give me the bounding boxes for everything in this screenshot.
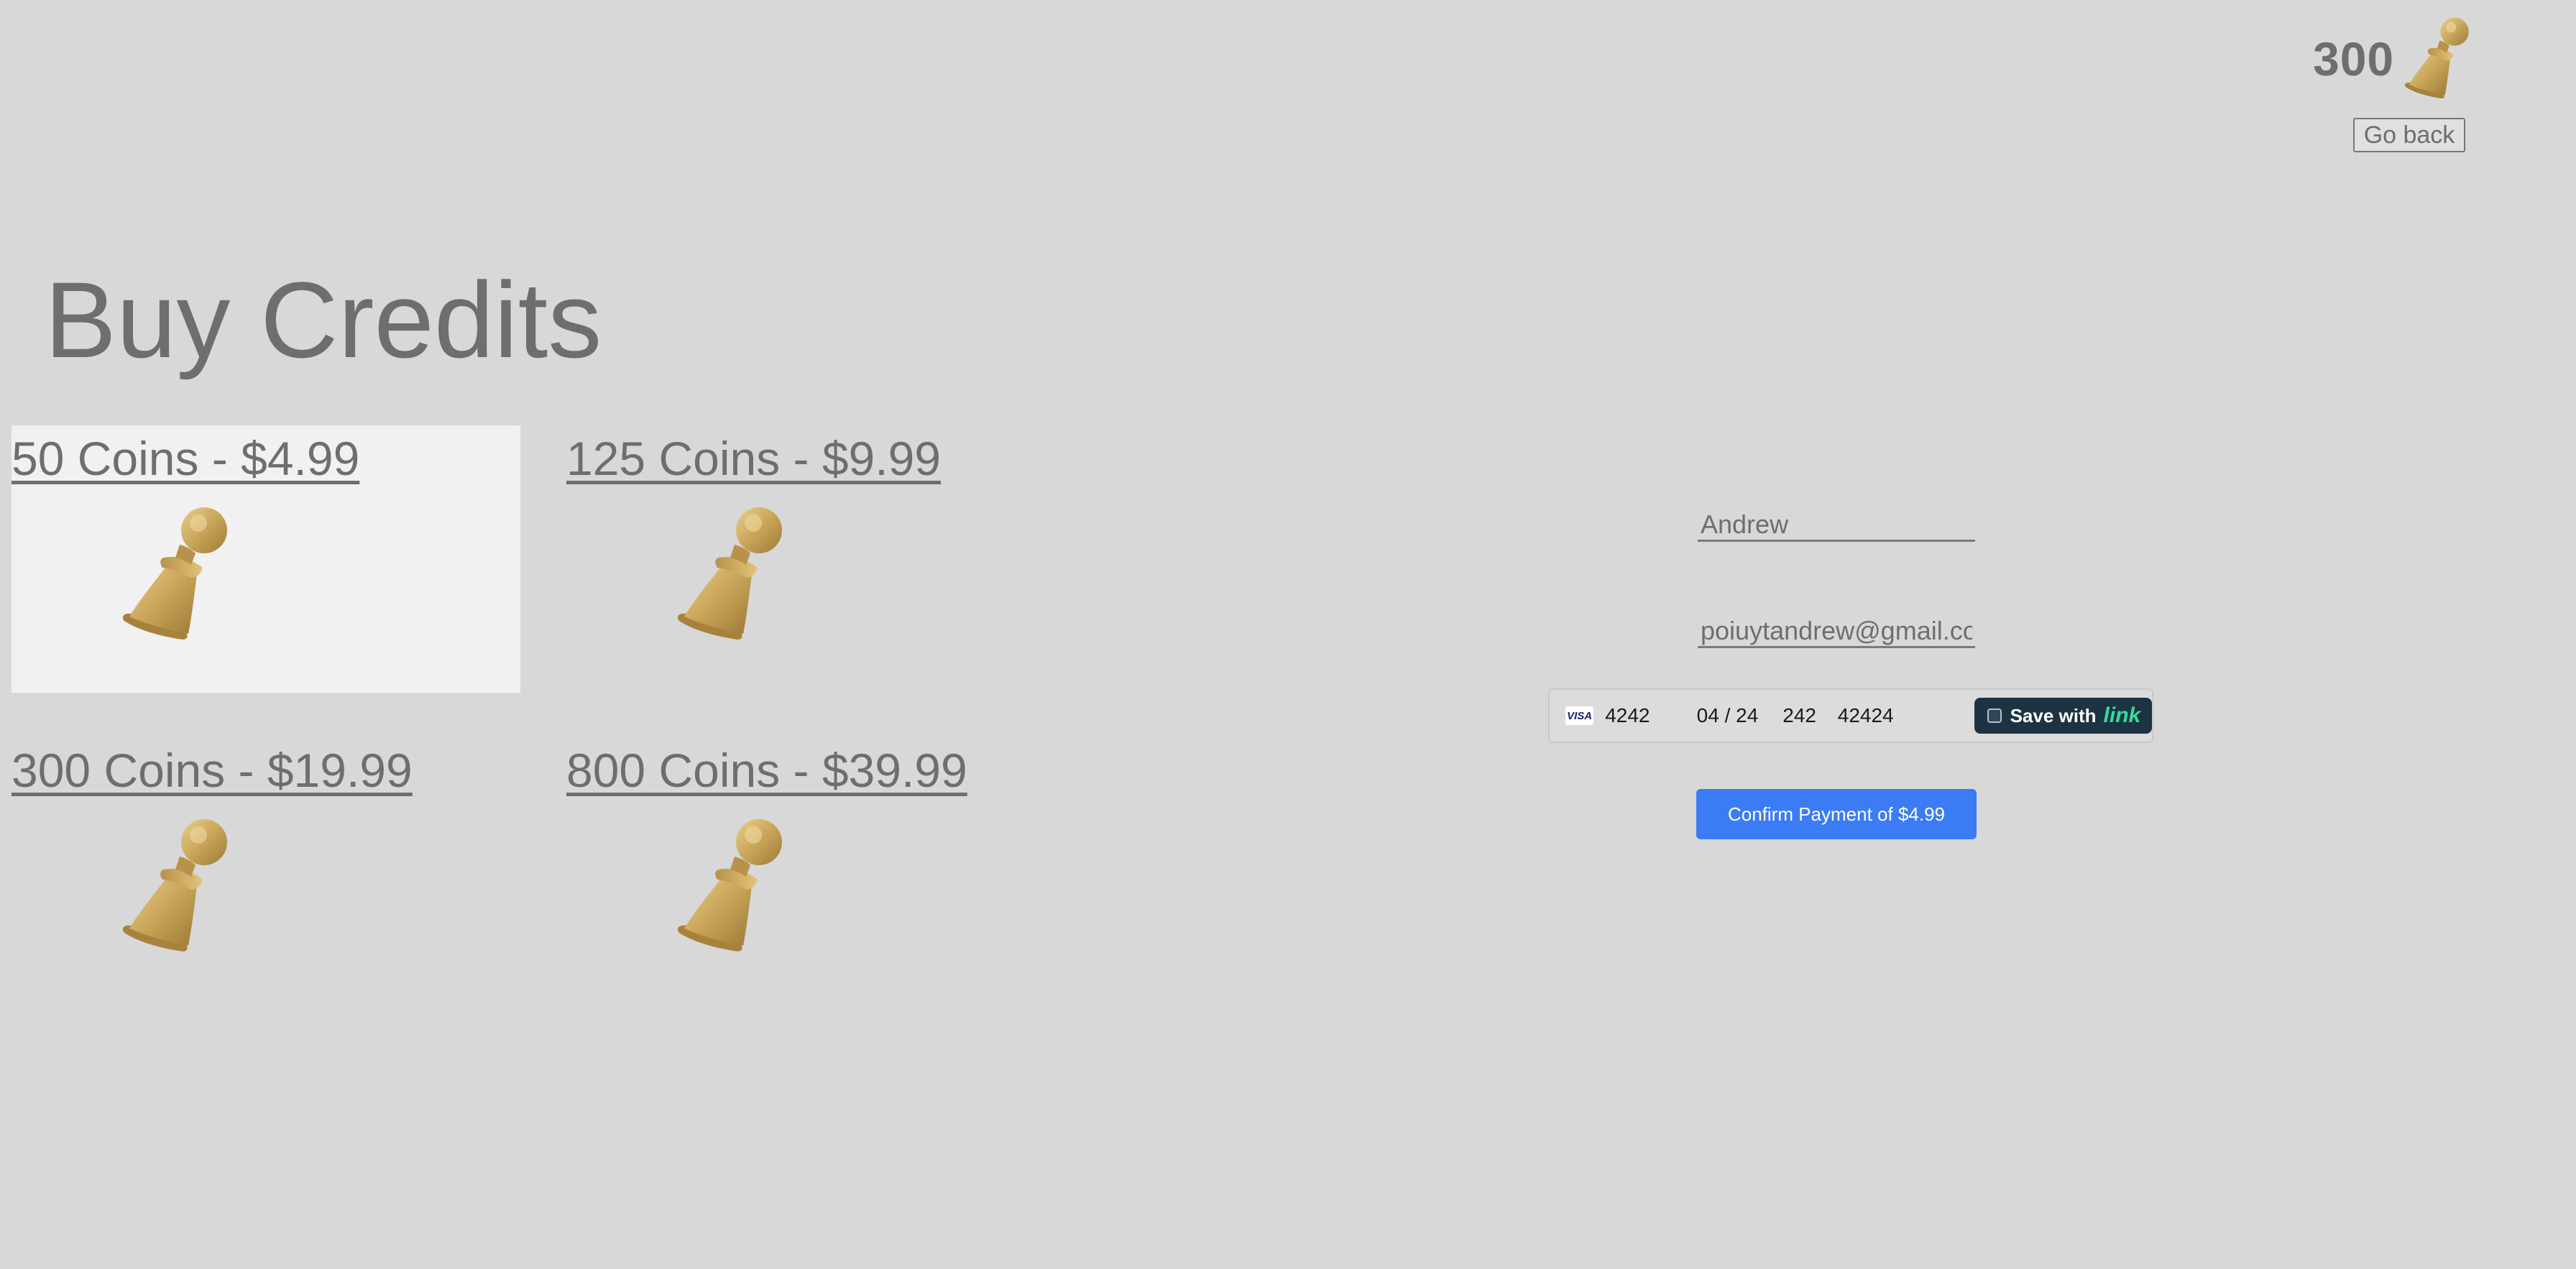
coin-balance: 300 (2313, 16, 2482, 102)
package-125-coins[interactable]: 125 Coins - $9.99 (566, 425, 1075, 693)
pawn-coin-icon (674, 504, 804, 645)
card-element[interactable]: VISA 4242 04 / 24 242 42424 Save with li… (1548, 688, 2153, 743)
card-cvc-input[interactable]: 242 (1782, 704, 1837, 727)
name-field[interactable] (1698, 509, 1975, 542)
link-save-label: Save with (2010, 704, 2097, 726)
package-label[interactable]: 125 Coins - $9.99 (566, 431, 941, 486)
package-800-coins[interactable]: 800 Coins - $39.99 (566, 737, 1075, 1005)
pawn-coin-icon (119, 504, 249, 645)
package-label[interactable]: 300 Coins - $19.99 (12, 743, 413, 798)
coin-balance-value: 300 (2313, 32, 2395, 86)
save-with-link-button[interactable]: Save with link (1974, 698, 2152, 734)
link-logo: link (2103, 703, 2141, 727)
package-50-coins[interactable]: 50 Coins - $4.99 (12, 425, 520, 693)
link-checkbox[interactable] (1987, 709, 2002, 723)
card-expiry-input[interactable]: 04 / 24 (1697, 704, 1783, 727)
pawn-coin-icon (2403, 16, 2482, 102)
package-label[interactable]: 50 Coins - $4.99 (12, 431, 359, 486)
pawn-coin-icon (119, 816, 249, 957)
card-zip-input[interactable]: 42424 (1838, 704, 1915, 727)
visa-card-icon: VISA (1565, 706, 1594, 725)
email-field[interactable] (1698, 615, 1975, 648)
go-back-button[interactable]: Go back (2353, 118, 2465, 152)
package-label[interactable]: 800 Coins - $39.99 (566, 743, 967, 798)
package-300-coins[interactable]: 300 Coins - $19.99 (12, 737, 520, 1005)
card-number-input[interactable]: 4242 (1605, 704, 1696, 727)
confirm-payment-button[interactable]: Confirm Payment of $4.99 (1696, 789, 1977, 839)
page-title: Buy Credits (45, 259, 602, 380)
pawn-coin-icon (674, 816, 804, 957)
